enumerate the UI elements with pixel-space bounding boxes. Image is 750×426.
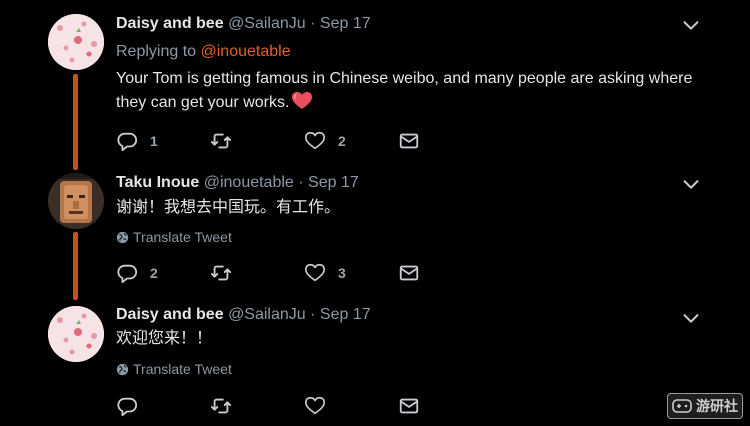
watermark-logo: 游研社 (667, 393, 743, 419)
translate-tweet-link[interactable]: Translate Tweet (116, 360, 232, 378)
retweet-icon (210, 265, 232, 281)
reply-icon (117, 264, 138, 284)
tweet[interactable]: Taku Inoue @inouetable · Sep 17 谢谢！我想去中国… (0, 165, 750, 297)
author-name[interactable]: Daisy and bee (116, 306, 224, 323)
tweet-text: Your Tom is getting famous in Chinese we… (116, 67, 706, 115)
watermark-text: 游研社 (696, 398, 738, 414)
share-button[interactable] (398, 129, 420, 153)
gamepad-icon (672, 399, 692, 413)
tweet[interactable]: Daisy and bee @SailanJu · Sep 17 Replyin… (0, 0, 750, 165)
tweet-text: 欢迎您来！！ (116, 327, 706, 351)
globe-icon (116, 363, 129, 376)
tweet[interactable]: Daisy and bee @SailanJu · Sep 17 欢迎您来！！ … (0, 297, 750, 426)
replying-to: Replying to @inouetable (116, 42, 291, 62)
tweet-header: Daisy and bee @SailanJu · Sep 17 (116, 14, 371, 34)
like-button[interactable]: 2 (304, 129, 346, 153)
mail-icon (399, 133, 419, 149)
tweet-text-content: Your Tom is getting famous in Chinese we… (116, 70, 693, 111)
avatar[interactable] (48, 306, 104, 362)
retweet-icon (210, 133, 232, 149)
avatar[interactable] (48, 173, 104, 229)
reply-count: 1 (150, 133, 158, 149)
retweet-icon (210, 398, 232, 414)
tweet-actions (116, 394, 436, 418)
share-button[interactable] (398, 394, 420, 418)
heart-icon (305, 396, 325, 415)
replying-to-label: Replying to (116, 43, 201, 60)
tweet-date[interactable]: Sep 17 (320, 15, 371, 32)
tweet-text-content: 欢迎您来！！ (116, 330, 213, 347)
tweet-actions: 2 3 (116, 261, 436, 285)
separator-dot: · (310, 306, 316, 323)
chevron-down-icon[interactable] (680, 14, 702, 36)
reply-button[interactable]: 1 (116, 129, 158, 153)
author-handle[interactable]: @inouetable (204, 174, 294, 191)
translate-label: Translate Tweet (133, 229, 232, 245)
retweet-button[interactable] (210, 129, 244, 153)
author-handle[interactable]: @SailanJu (228, 306, 306, 323)
share-button[interactable] (398, 261, 420, 285)
reply-icon (117, 132, 138, 152)
reply-button[interactable] (116, 394, 150, 418)
retweet-button[interactable] (210, 261, 244, 285)
reply-count: 2 (150, 265, 158, 281)
tweet-text-content: 谢谢！我想去中国玩。有工作。 (116, 199, 341, 216)
avatar[interactable] (48, 14, 104, 70)
author-name[interactable]: Taku Inoue (116, 174, 199, 191)
chevron-down-icon[interactable] (680, 307, 702, 329)
like-count: 3 (338, 265, 346, 281)
tweet-actions: 1 2 (116, 129, 436, 153)
heart-icon (305, 263, 325, 282)
like-button[interactable] (304, 394, 338, 418)
reply-icon (117, 397, 138, 417)
tweet-header: Daisy and bee @SailanJu · Sep 17 (116, 305, 371, 325)
heart-icon (305, 131, 325, 150)
tweet-text: 谢谢！我想去中国玩。有工作。 (116, 196, 706, 220)
tweet-date[interactable]: Sep 17 (308, 174, 359, 191)
mail-icon (399, 265, 419, 281)
like-count: 2 (338, 133, 346, 149)
chevron-down-icon[interactable] (680, 173, 702, 195)
separator-dot: · (298, 174, 304, 191)
separator-dot: · (310, 15, 316, 32)
author-name[interactable]: Daisy and bee (116, 15, 224, 32)
mention-link[interactable]: @inouetable (201, 43, 291, 60)
reply-button[interactable]: 2 (116, 261, 158, 285)
author-handle[interactable]: @SailanJu (228, 15, 306, 32)
tweet-header: Taku Inoue @inouetable · Sep 17 (116, 173, 359, 193)
heart-emoji-icon (292, 92, 313, 110)
translate-tweet-link[interactable]: Translate Tweet (116, 228, 232, 246)
tweet-date[interactable]: Sep 17 (320, 306, 371, 323)
retweet-button[interactable] (210, 394, 244, 418)
globe-icon (116, 231, 129, 244)
like-button[interactable]: 3 (304, 261, 346, 285)
translate-label: Translate Tweet (133, 361, 232, 377)
mail-icon (399, 398, 419, 414)
